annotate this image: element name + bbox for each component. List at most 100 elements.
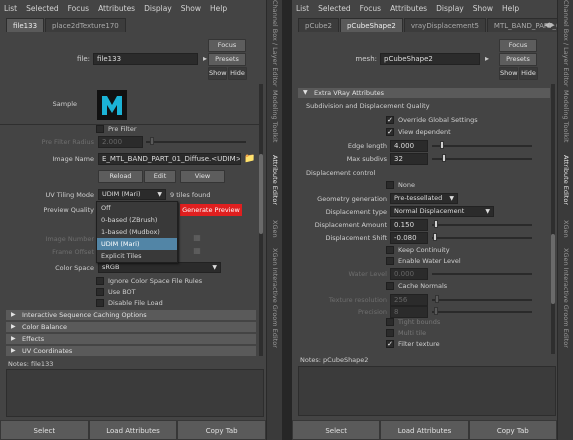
scrollbar-thumb[interactable] [259,154,263,234]
view-button[interactable]: View [180,170,225,183]
displacement-amount-slider[interactable] [432,224,532,226]
vtab-xgen-groom-editor[interactable]: XGen Interactive Groom Editor [267,248,282,348]
tab-place2dtexture170[interactable]: place2dTexture170 [45,18,126,32]
texture-resolution-thumb[interactable] [435,295,439,303]
edge-length-field[interactable]: 4.000 [390,140,428,152]
displacement-type-dropdown[interactable]: Normal Displacement ▼ [390,206,494,217]
file-name-field[interactable]: file133 [93,53,198,65]
precision-slider[interactable] [432,311,532,313]
attribute-scroll-area[interactable]: Sample Pre Filter Pre Filter Radius 2.00… [0,84,260,356]
menu-attributes[interactable]: Attributes [390,4,427,13]
presets-button[interactable]: Presets [208,53,246,66]
tight-bounds-checkbox[interactable] [386,318,394,326]
menu-show[interactable]: Show [181,4,201,13]
pre-filter-checkbox[interactable] [96,125,104,133]
uv-tiling-mode-dropdown[interactable]: UDIM (Mari) ▼ [98,189,166,200]
edit-button[interactable]: Edit [144,170,176,183]
vtab-channel-box[interactable]: Channel Box / Layer Editor [558,0,573,86]
reload-button[interactable]: Reload [98,170,143,183]
presets-button[interactable]: Presets [499,53,537,66]
keyframe-icon[interactable]: ▦ [190,245,204,257]
section-effects[interactable]: ▶ Effects [6,334,256,344]
generate-preview-button[interactable]: Generate Preview [180,204,242,216]
edge-length-slider[interactable] [432,145,532,147]
precision-thumb[interactable] [434,307,438,315]
section-extra-vray-attributes[interactable]: ▼ Extra VRay Attributes [298,88,550,98]
view-dependent-checkbox[interactable]: ✓ [386,128,394,136]
vtab-channel-box[interactable]: Channel Box / Layer Editor [267,0,282,86]
vtab-xgen[interactable]: XGen [558,214,573,244]
displacement-shift-field[interactable]: -0.080 [390,232,428,244]
vtab-attribute-editor[interactable]: Attribute Editor [558,150,573,210]
keyframe-icon[interactable]: ▦ [190,232,204,244]
pre-filter-radius-field[interactable]: 2.000 [98,136,143,148]
max-subdivs-field[interactable]: 32 [390,153,428,165]
hide-button[interactable]: Hide [228,67,247,80]
popup-item-1-based[interactable]: 1-based (Mudbox) [97,226,177,238]
max-subdivs-slider[interactable] [432,158,532,160]
water-level-field[interactable]: 0.000 [390,268,428,280]
menu-list[interactable]: List [296,4,309,13]
scrollbar-thumb[interactable] [551,234,555,304]
vtab-modeling-toolkit[interactable]: Modeling Toolkit [558,86,573,146]
load-attributes-button[interactable]: Load Attributes [88,420,178,440]
filter-texture-checkbox[interactable]: ✓ [386,340,394,348]
texture-resolution-slider[interactable] [432,299,532,301]
select-button[interactable]: Select [0,420,89,440]
popup-item-0-based[interactable]: 0-based (ZBrush) [97,214,177,226]
override-global-checkbox[interactable]: ✓ [386,116,394,124]
keep-continuity-checkbox[interactable] [386,246,394,254]
menu-display[interactable]: Display [144,4,172,13]
show-button[interactable]: Show [208,67,227,80]
attribute-scroll-area[interactable]: ▼ Extra VRay Attributes Subdivision and D… [292,84,552,324]
menu-list[interactable]: List [4,4,17,13]
section-uv-coordinates[interactable]: ▶ UV Coordinates [6,346,256,356]
mesh-name-field[interactable]: pCubeShape2 [380,53,480,65]
vtab-attribute-editor[interactable]: Attribute Editor [267,150,282,210]
focus-button[interactable]: Focus [208,39,246,52]
disable-file-load-checkbox[interactable] [96,299,104,307]
menu-attributes[interactable]: Attributes [98,4,135,13]
tab-pcube2[interactable]: pCube2 [298,18,339,32]
tab-pcubeshape2[interactable]: pCubeShape2 [339,18,403,32]
multi-tile-checkbox[interactable] [386,329,394,337]
menu-help[interactable]: Help [210,4,227,13]
water-level-slider[interactable] [432,273,532,275]
menu-help[interactable]: Help [502,4,519,13]
geometry-generation-dropdown[interactable]: Pre-tessellated ▼ [390,193,458,204]
vertical-scrollbar[interactable] [551,84,555,354]
uv-tiling-mode-popup[interactable]: Off 0-based (ZBrush) 1-based (Mudbox) UD… [96,201,178,263]
section-color-balance[interactable]: ▶ Color Balance [6,322,256,332]
enable-water-level-checkbox[interactable] [386,257,394,265]
section-interactive-sequence-caching[interactable]: ▶ Interactive Sequence Caching Options [6,310,256,320]
cache-normals-checkbox[interactable] [386,282,394,290]
texture-resolution-field[interactable]: 256 [390,294,428,306]
menu-display[interactable]: Display [436,4,464,13]
copy-tab-button[interactable]: Copy Tab [177,420,267,440]
ignore-color-space-checkbox[interactable] [96,277,104,285]
focus-button[interactable]: Focus [499,39,537,52]
menu-show[interactable]: Show [473,4,493,13]
select-input-icon[interactable]: ▸ [480,53,494,65]
show-button[interactable]: Show [499,67,518,80]
pre-filter-radius-slider[interactable] [146,141,246,143]
displacement-shift-thumb[interactable] [433,233,437,241]
use-bot-checkbox[interactable] [96,288,104,296]
max-subdivs-thumb[interactable] [442,154,446,162]
notes-textarea[interactable] [298,366,556,416]
menu-focus[interactable]: Focus [360,4,381,13]
folder-icon[interactable]: 📁 [243,153,257,165]
displacement-amount-thumb[interactable] [434,220,438,228]
none-checkbox[interactable] [386,181,394,189]
select-button[interactable]: Select [292,420,381,440]
popup-item-off[interactable]: Off [97,202,177,214]
tab-vraydisplacement5[interactable]: vrayDisplacement5 [403,18,486,32]
vtab-modeling-toolkit[interactable]: Modeling Toolkit [267,86,282,146]
load-attributes-button[interactable]: Load Attributes [380,420,469,440]
vtab-xgen-groom-editor[interactable]: XGen Interactive Groom Editor [558,248,573,348]
menu-focus[interactable]: Focus [68,4,89,13]
image-name-field[interactable]: E_MTL_BAND_PART_01_Diffuse.<UDIM>.png [98,153,241,165]
tab-scroll-arrows[interactable]: ◀▶ [544,21,555,29]
displacement-amount-field[interactable]: 0.150 [390,219,428,231]
edge-length-thumb[interactable] [440,141,444,149]
